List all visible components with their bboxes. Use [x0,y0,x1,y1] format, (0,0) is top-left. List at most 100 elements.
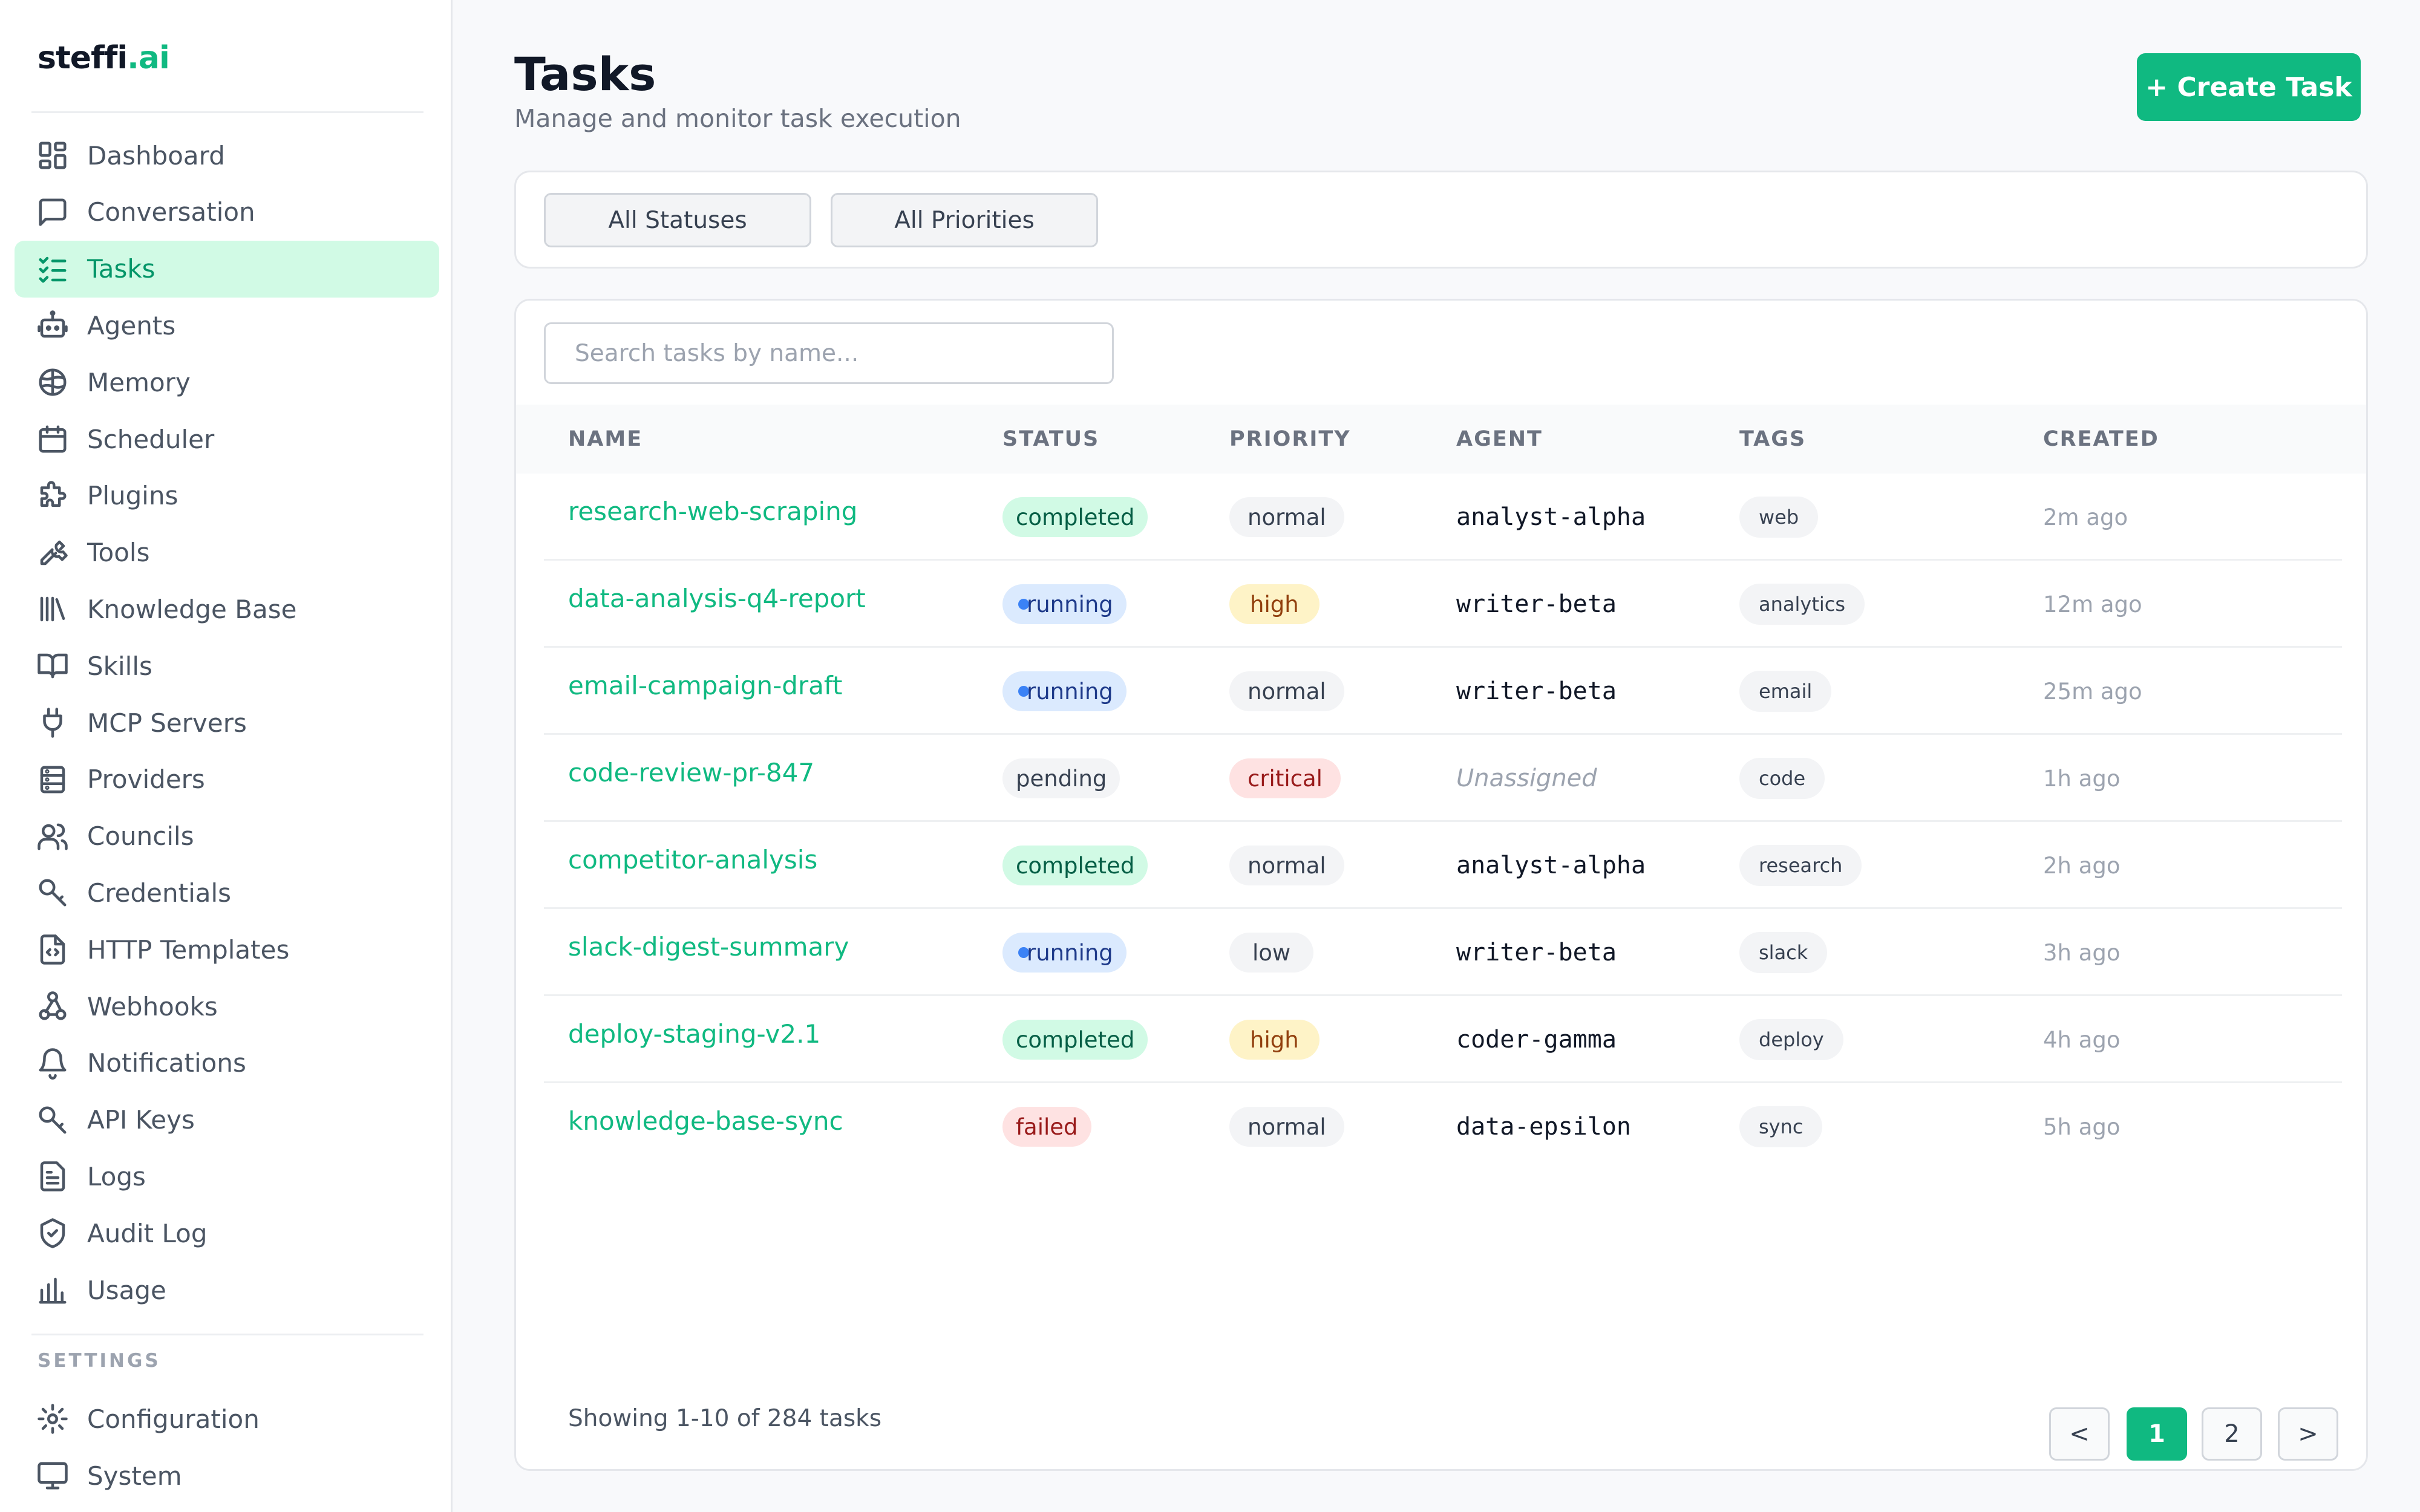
tag-badge: code [1739,758,1825,799]
sidebar-item-label: System [87,1461,182,1491]
task-name-link[interactable]: knowledge-base-sync [568,1106,843,1136]
status-badge: completed [1002,497,1148,537]
created-time: 5h ago [2043,1113,2121,1140]
agent-name: writer-beta [1456,677,1617,705]
sidebar-item-conversation[interactable]: Conversation [15,184,439,241]
created-time: 2m ago [2043,504,2128,530]
tasks-icon [36,253,69,285]
sidebar-item-skills[interactable]: Skills [15,637,439,694]
brand-logo[interactable]: steffi.ai [38,40,170,76]
priority-badge: high [1229,1020,1320,1060]
sidebar-item-label: Councils [87,821,194,852]
tag-badge: deploy [1739,1019,1843,1060]
agent-name: writer-beta [1456,590,1617,618]
sidebar-divider [31,111,424,113]
sidebar-item-configuration[interactable]: Configuration [15,1390,439,1447]
status-badge: failed [1002,1107,1091,1147]
status-badge: running [1002,671,1127,711]
sidebar-item-dashboard[interactable]: Dashboard [15,127,439,184]
sidebar-item-http-templates[interactable]: HTTP Templates [15,921,439,978]
sidebar-item-webhooks[interactable]: Webhooks [15,978,439,1035]
column-header-priority[interactable]: PRIORITY [1229,405,1351,474]
create-task-button[interactable]: + Create Task [2137,53,2361,121]
table-row[interactable]: data-analysis-q4-report running high wri… [516,561,2366,648]
task-name-link[interactable]: competitor-analysis [568,845,817,875]
dashboard-icon [36,139,69,172]
table-row[interactable]: competitor-analysis completed normal ana… [516,822,2366,909]
sidebar-item-tools[interactable]: Tools [15,524,439,581]
task-name-link[interactable]: email-campaign-draft [568,671,842,700]
sidebar-divider [31,1334,424,1335]
column-header-agent[interactable]: AGENT [1456,405,1543,474]
sidebar-item-notifications[interactable]: Notifications [15,1035,439,1092]
priority-badge: low [1229,933,1314,973]
status-badge: running [1002,933,1127,973]
table-row[interactable]: email-campaign-draft running normal writ… [516,648,2366,735]
sidebar-item-label: Agents [87,310,176,341]
prev-page-button[interactable]: < [2049,1407,2110,1461]
sidebar-item-label: Scheduler [87,424,215,454]
column-header-name[interactable]: NAME [568,405,643,474]
sidebar-item-knowledge-base[interactable]: Knowledge Base [15,581,439,637]
webhook-icon [36,990,69,1023]
search-input[interactable] [544,322,1114,384]
table-row[interactable]: knowledge-base-sync failed normal data-e… [516,1083,2366,1170]
sidebar-item-agents[interactable]: Agents [15,297,439,354]
sidebar-item-system[interactable]: System [15,1447,439,1504]
task-name-link[interactable]: research-web-scraping [568,497,857,526]
page-1-button[interactable]: 1 [2127,1407,2187,1461]
sidebar-item-label: Audit Log [87,1218,208,1248]
sidebar-item-label: Skills [87,651,152,681]
sidebar-item-councils[interactable]: Councils [15,808,439,865]
page-subtitle: Manage and monitor task execution [514,104,961,133]
sidebar-item-label: Configuration [87,1404,260,1434]
key-icon [36,876,69,909]
status-text: running [1027,591,1113,618]
task-name-link[interactable]: deploy-staging-v2.1 [568,1019,820,1049]
sidebar-item-memory[interactable]: Memory [15,354,439,411]
task-name-link[interactable]: slack-digest-summary [568,932,849,962]
column-header-tags[interactable]: TAGS [1739,405,1806,474]
sidebar-item-plugins[interactable]: Plugins [15,468,439,524]
sidebar-item-label: Usage [87,1275,166,1305]
sidebar-item-logs[interactable]: Logs [15,1148,439,1205]
sidebar-item-scheduler[interactable]: Scheduler [15,411,439,468]
page-title: Tasks [514,47,656,101]
task-name-link[interactable]: code-review-pr-847 [568,758,814,787]
sidebar-item-providers[interactable]: Providers [15,751,439,808]
agent-name: writer-beta [1456,939,1617,966]
sidebar-item-tasks[interactable]: Tasks [15,240,439,298]
sidebar-item-label: Tasks [87,254,155,284]
sidebar-item-label: Providers [87,764,205,795]
sidebar-item-credentials[interactable]: Credentials [15,864,439,921]
sidebar-item-label: Dashboard [87,140,225,171]
plug-icon [36,706,69,739]
chat-icon [36,196,69,229]
table-row[interactable]: deploy-staging-v2.1 completed high coder… [516,996,2366,1083]
status-text: completed [1016,504,1135,530]
priority-badge: normal [1229,497,1344,537]
book-icon [36,650,69,682]
agent-name: coder-gamma [1456,1026,1617,1054]
page-2-button[interactable]: 2 [2202,1407,2262,1461]
sidebar-item-mcp-servers[interactable]: MCP Servers [15,694,439,751]
table-row[interactable]: slack-digest-summary running low writer-… [516,909,2366,996]
status-text: running [1027,939,1113,966]
bell-icon [36,1047,69,1080]
task-name-link[interactable]: data-analysis-q4-report [568,584,866,613]
sidebar-item-audit-log[interactable]: Audit Log [15,1205,439,1262]
sidebar-item-usage[interactable]: Usage [15,1262,439,1318]
status-filter-button[interactable]: All Statuses [544,193,811,247]
column-header-status[interactable]: STATUS [1002,405,1099,474]
sidebar-item-api-keys[interactable]: API Keys [15,1092,439,1149]
users-icon [36,820,69,853]
gear-icon [36,1403,69,1435]
priority-badge: critical [1229,758,1341,798]
table-row[interactable]: research-web-scraping completed normal a… [516,474,2366,561]
table-row[interactable]: code-review-pr-847 pending critical Unas… [516,735,2366,822]
shield-check-icon [36,1217,69,1250]
column-header-created[interactable]: CREATED [2043,405,2159,474]
priority-filter-button[interactable]: All Priorities [831,193,1098,247]
next-page-button[interactable]: > [2278,1407,2338,1461]
pagination-summary: Showing 1-10 of 284 tasks [568,1405,882,1432]
